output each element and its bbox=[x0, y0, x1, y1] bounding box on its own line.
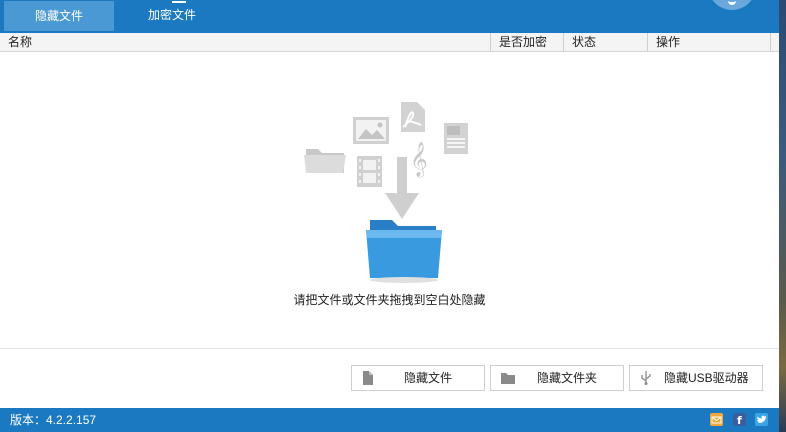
status-bar: 版本：4.2.2.157 f bbox=[0, 408, 779, 432]
email-icon[interactable] bbox=[710, 413, 723, 426]
twitter-icon[interactable] bbox=[755, 413, 768, 426]
drop-area[interactable]: 𝄞 请把文件或文件夹拖拽到空白处隐藏 bbox=[0, 53, 779, 348]
usb-icon bbox=[641, 371, 651, 385]
folder-gray-icon bbox=[304, 149, 346, 173]
tab-encrypt-files[interactable]: 加密文件 bbox=[117, 0, 227, 30]
drop-hint-text: 请把文件或文件夹拖拽到空白处隐藏 bbox=[293, 293, 486, 307]
desktop-background-strip bbox=[779, 0, 786, 432]
drop-illustration: 𝄞 bbox=[304, 102, 468, 283]
folder-blue-icon bbox=[366, 220, 442, 283]
table-header: 名称 是否加密 状态 操作 bbox=[0, 33, 779, 52]
music-icon: 𝄞 bbox=[410, 142, 428, 178]
column-encrypted[interactable]: 是否加密 bbox=[490, 33, 563, 51]
svg-text:𝄞: 𝄞 bbox=[410, 142, 428, 178]
facebook-icon[interactable]: f bbox=[733, 413, 746, 427]
tab-hide-files[interactable]: 隐藏文件 bbox=[4, 1, 114, 31]
column-actions[interactable]: 操作 bbox=[647, 33, 770, 51]
file-icon bbox=[363, 371, 373, 385]
svg-text:f: f bbox=[737, 414, 742, 426]
column-filler bbox=[770, 33, 779, 51]
pdf-icon bbox=[401, 102, 425, 132]
hide-usb-button[interactable]: 隐藏USB驱动器 bbox=[629, 365, 763, 391]
hide-file-label: 隐藏文件 bbox=[404, 371, 453, 385]
column-status[interactable]: 状态 bbox=[563, 33, 647, 51]
hide-folder-button[interactable]: 隐藏文件夹 bbox=[490, 365, 624, 391]
divider bbox=[0, 348, 779, 349]
document-icon bbox=[444, 123, 468, 154]
hide-folder-label: 隐藏文件夹 bbox=[537, 371, 598, 385]
hide-usb-label: 隐藏USB驱动器 bbox=[664, 371, 749, 385]
app-window: 隐藏文件 加密文件 名称 是否加密 状态 操作 𝄞 请把文件或文件夹拖拽到空白处… bbox=[0, 0, 779, 432]
version-label: 版本：4.2.2.157 bbox=[10, 413, 97, 427]
hide-file-button[interactable]: 隐藏文件 bbox=[351, 365, 485, 391]
image-icon bbox=[353, 117, 389, 144]
video-icon bbox=[357, 156, 382, 187]
column-name[interactable]: 名称 bbox=[0, 33, 490, 51]
tab-bar: 隐藏文件 加密文件 bbox=[0, 0, 779, 33]
app-logo-icon[interactable] bbox=[708, 0, 756, 10]
tab-indicator-icon bbox=[172, 0, 186, 3]
folder-icon bbox=[501, 373, 515, 384]
